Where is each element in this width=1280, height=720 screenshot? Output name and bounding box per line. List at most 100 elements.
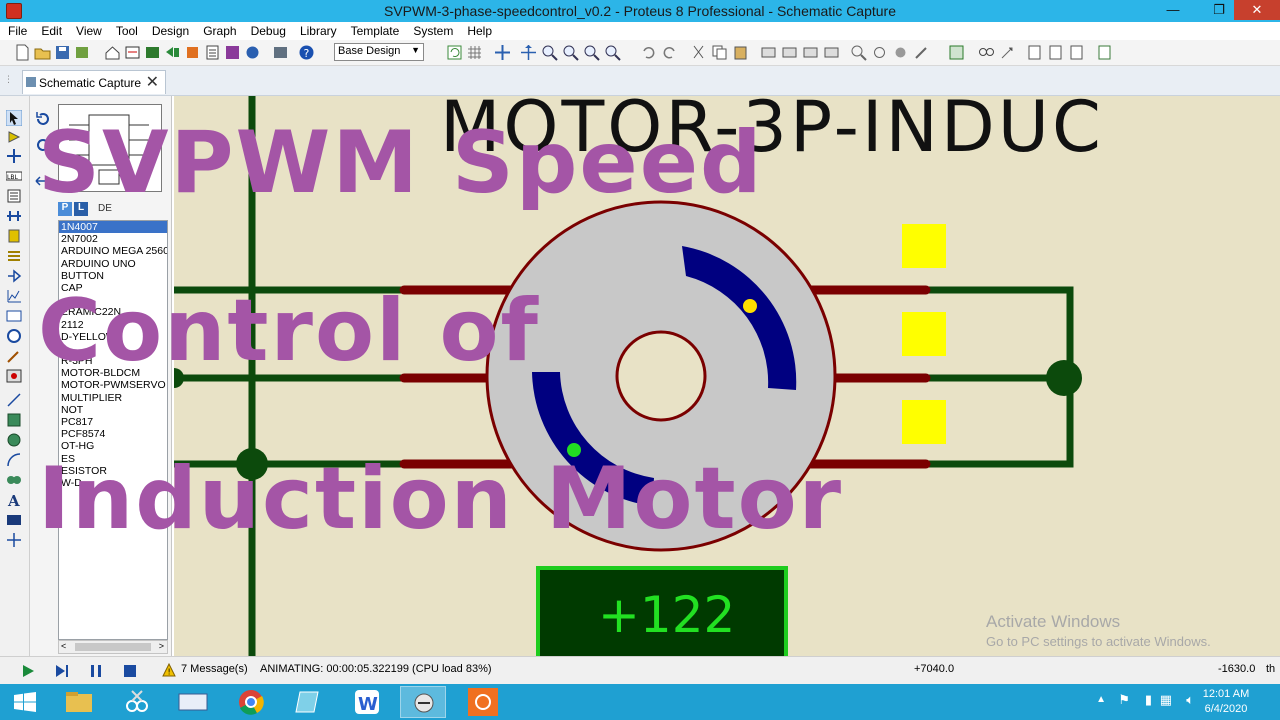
- device-list-item[interactable]: NOT: [59, 404, 167, 416]
- close-button[interactable]: ✕: [1234, 0, 1280, 20]
- design-variant-select[interactable]: Base Design ▼: [334, 43, 424, 61]
- undo-icon[interactable]: [640, 44, 657, 61]
- cut-icon[interactable]: [690, 44, 707, 61]
- device-list-item[interactable]: PC817: [59, 416, 167, 428]
- device-list-item[interactable]: MULTIPLIER: [59, 392, 167, 404]
- decompose-icon[interactable]: [913, 44, 930, 61]
- property-assign-icon[interactable]: [999, 44, 1016, 61]
- new-sheet-icon[interactable]: [1026, 44, 1043, 61]
- subcircuit-icon[interactable]: [6, 228, 22, 244]
- block-copy-icon[interactable]: [760, 44, 777, 61]
- symbol-tool-icon[interactable]: [6, 512, 22, 528]
- search-tag-icon[interactable]: [978, 44, 995, 61]
- pcb-icon[interactable]: [144, 44, 161, 61]
- help-icon[interactable]: ?: [298, 44, 315, 61]
- menu-template[interactable]: Template: [343, 22, 406, 38]
- copy-icon[interactable]: [711, 44, 728, 61]
- package-tool-icon[interactable]: [892, 44, 909, 61]
- menu-graph[interactable]: Graph: [195, 22, 242, 38]
- pick-device-icon[interactable]: [850, 44, 867, 61]
- proteus-taskbar-icon[interactable]: [400, 686, 446, 718]
- grip-icon[interactable]: ⋮: [4, 74, 14, 86]
- 3d-view-icon[interactable]: [184, 44, 201, 61]
- menu-file[interactable]: File: [0, 22, 33, 38]
- menu-help[interactable]: Help: [459, 22, 498, 38]
- arc-tool-icon[interactable]: [6, 452, 22, 468]
- path-tool-icon[interactable]: [6, 472, 22, 488]
- make-device-icon[interactable]: [871, 44, 888, 61]
- generator-icon[interactable]: [6, 328, 22, 344]
- restore-button[interactable]: ❐: [1202, 0, 1236, 20]
- import-icon[interactable]: [74, 44, 91, 61]
- device-pin-icon[interactable]: [6, 268, 22, 284]
- snipping-tool-icon[interactable]: [114, 686, 160, 718]
- settings-icon[interactable]: [272, 44, 289, 61]
- network-icon[interactable]: ▦: [1160, 692, 1172, 708]
- scroll-thumb[interactable]: [75, 643, 151, 651]
- redo-icon[interactable]: [661, 44, 678, 61]
- clock-time[interactable]: 12:01 AM: [1200, 688, 1252, 700]
- marker-tool-icon[interactable]: [6, 532, 22, 548]
- circle-tool-icon[interactable]: [6, 432, 22, 448]
- menu-edit[interactable]: Edit: [33, 22, 68, 38]
- home-icon[interactable]: [104, 44, 121, 61]
- menu-system[interactable]: System: [405, 22, 459, 38]
- action-center-flag-icon[interactable]: ⚑: [1118, 692, 1130, 708]
- text-script-icon[interactable]: [6, 188, 22, 204]
- menu-library[interactable]: Library: [292, 22, 343, 38]
- step-icon[interactable]: [54, 663, 70, 679]
- gerber-icon[interactable]: [164, 44, 181, 61]
- design-explorer-icon[interactable]: [1096, 44, 1113, 61]
- component-mode-icon[interactable]: [6, 129, 22, 145]
- virtual-instrument-icon[interactable]: [6, 368, 22, 384]
- zoom-all-icon[interactable]: [583, 44, 600, 61]
- remove-sheet-icon[interactable]: [1047, 44, 1064, 61]
- pan-icon[interactable]: [520, 44, 537, 61]
- refresh-icon[interactable]: [446, 44, 463, 61]
- chrome-icon[interactable]: [228, 686, 274, 718]
- junction-dot[interactable]: [1046, 360, 1082, 396]
- clock-date[interactable]: 6/4/2020: [1200, 703, 1252, 715]
- graph-mode-icon[interactable]: [6, 288, 22, 304]
- device-list-hscroll[interactable]: < >: [58, 640, 168, 654]
- open-folder-icon[interactable]: [34, 44, 51, 61]
- battery-icon[interactable]: ▮: [1145, 692, 1152, 708]
- block-rotate-icon[interactable]: [802, 44, 819, 61]
- device-list-item[interactable]: 1N4007: [59, 221, 167, 234]
- text-tool-icon[interactable]: A: [6, 492, 22, 510]
- keyboard-app-icon[interactable]: [170, 686, 216, 718]
- scroll-right-icon[interactable]: >: [159, 641, 164, 651]
- device-list-item[interactable]: MOTOR-PWMSERVO: [59, 379, 167, 391]
- bom-icon[interactable]: [204, 44, 221, 61]
- zoom-out-icon[interactable]: [562, 44, 579, 61]
- junction-dot-icon[interactable]: [6, 148, 22, 164]
- line-tool-icon[interactable]: [6, 392, 22, 408]
- recorder-app-icon[interactable]: [460, 686, 506, 718]
- wire-autorouter-icon[interactable]: [948, 44, 965, 61]
- schematic-icon[interactable]: [124, 44, 141, 61]
- stop-icon[interactable]: [122, 663, 138, 679]
- message-count[interactable]: 7 Message(s): [181, 663, 248, 675]
- box-tool-icon[interactable]: [6, 412, 22, 428]
- menu-tool[interactable]: Tool: [108, 22, 144, 38]
- block-delete-icon[interactable]: [823, 44, 840, 61]
- selection-mode-icon[interactable]: [5, 109, 23, 127]
- origin-icon[interactable]: [494, 44, 511, 61]
- grid-icon[interactable]: [466, 44, 483, 61]
- notepad-app-icon[interactable]: [286, 686, 332, 718]
- source-code-icon[interactable]: [224, 44, 241, 61]
- exit-to-parent-icon[interactable]: [1068, 44, 1085, 61]
- windows-start-icon[interactable]: [14, 692, 36, 712]
- play-icon[interactable]: [20, 663, 36, 679]
- vsm-studio-icon[interactable]: [244, 44, 261, 61]
- save-icon[interactable]: [54, 44, 71, 61]
- device-list-item[interactable]: ARDUINO UNO: [59, 258, 167, 270]
- wire-label-icon[interactable]: LBL: [5, 168, 23, 184]
- block-move-icon[interactable]: [781, 44, 798, 61]
- terminal-icon[interactable]: [6, 248, 22, 264]
- device-list-item[interactable]: ARDUINO MEGA 2560: [59, 245, 167, 257]
- device-list-item[interactable]: PCF8574: [59, 428, 167, 440]
- menu-design[interactable]: Design: [144, 22, 195, 38]
- pause-icon[interactable]: [88, 663, 104, 679]
- device-list-item[interactable]: 2N7002: [59, 233, 167, 245]
